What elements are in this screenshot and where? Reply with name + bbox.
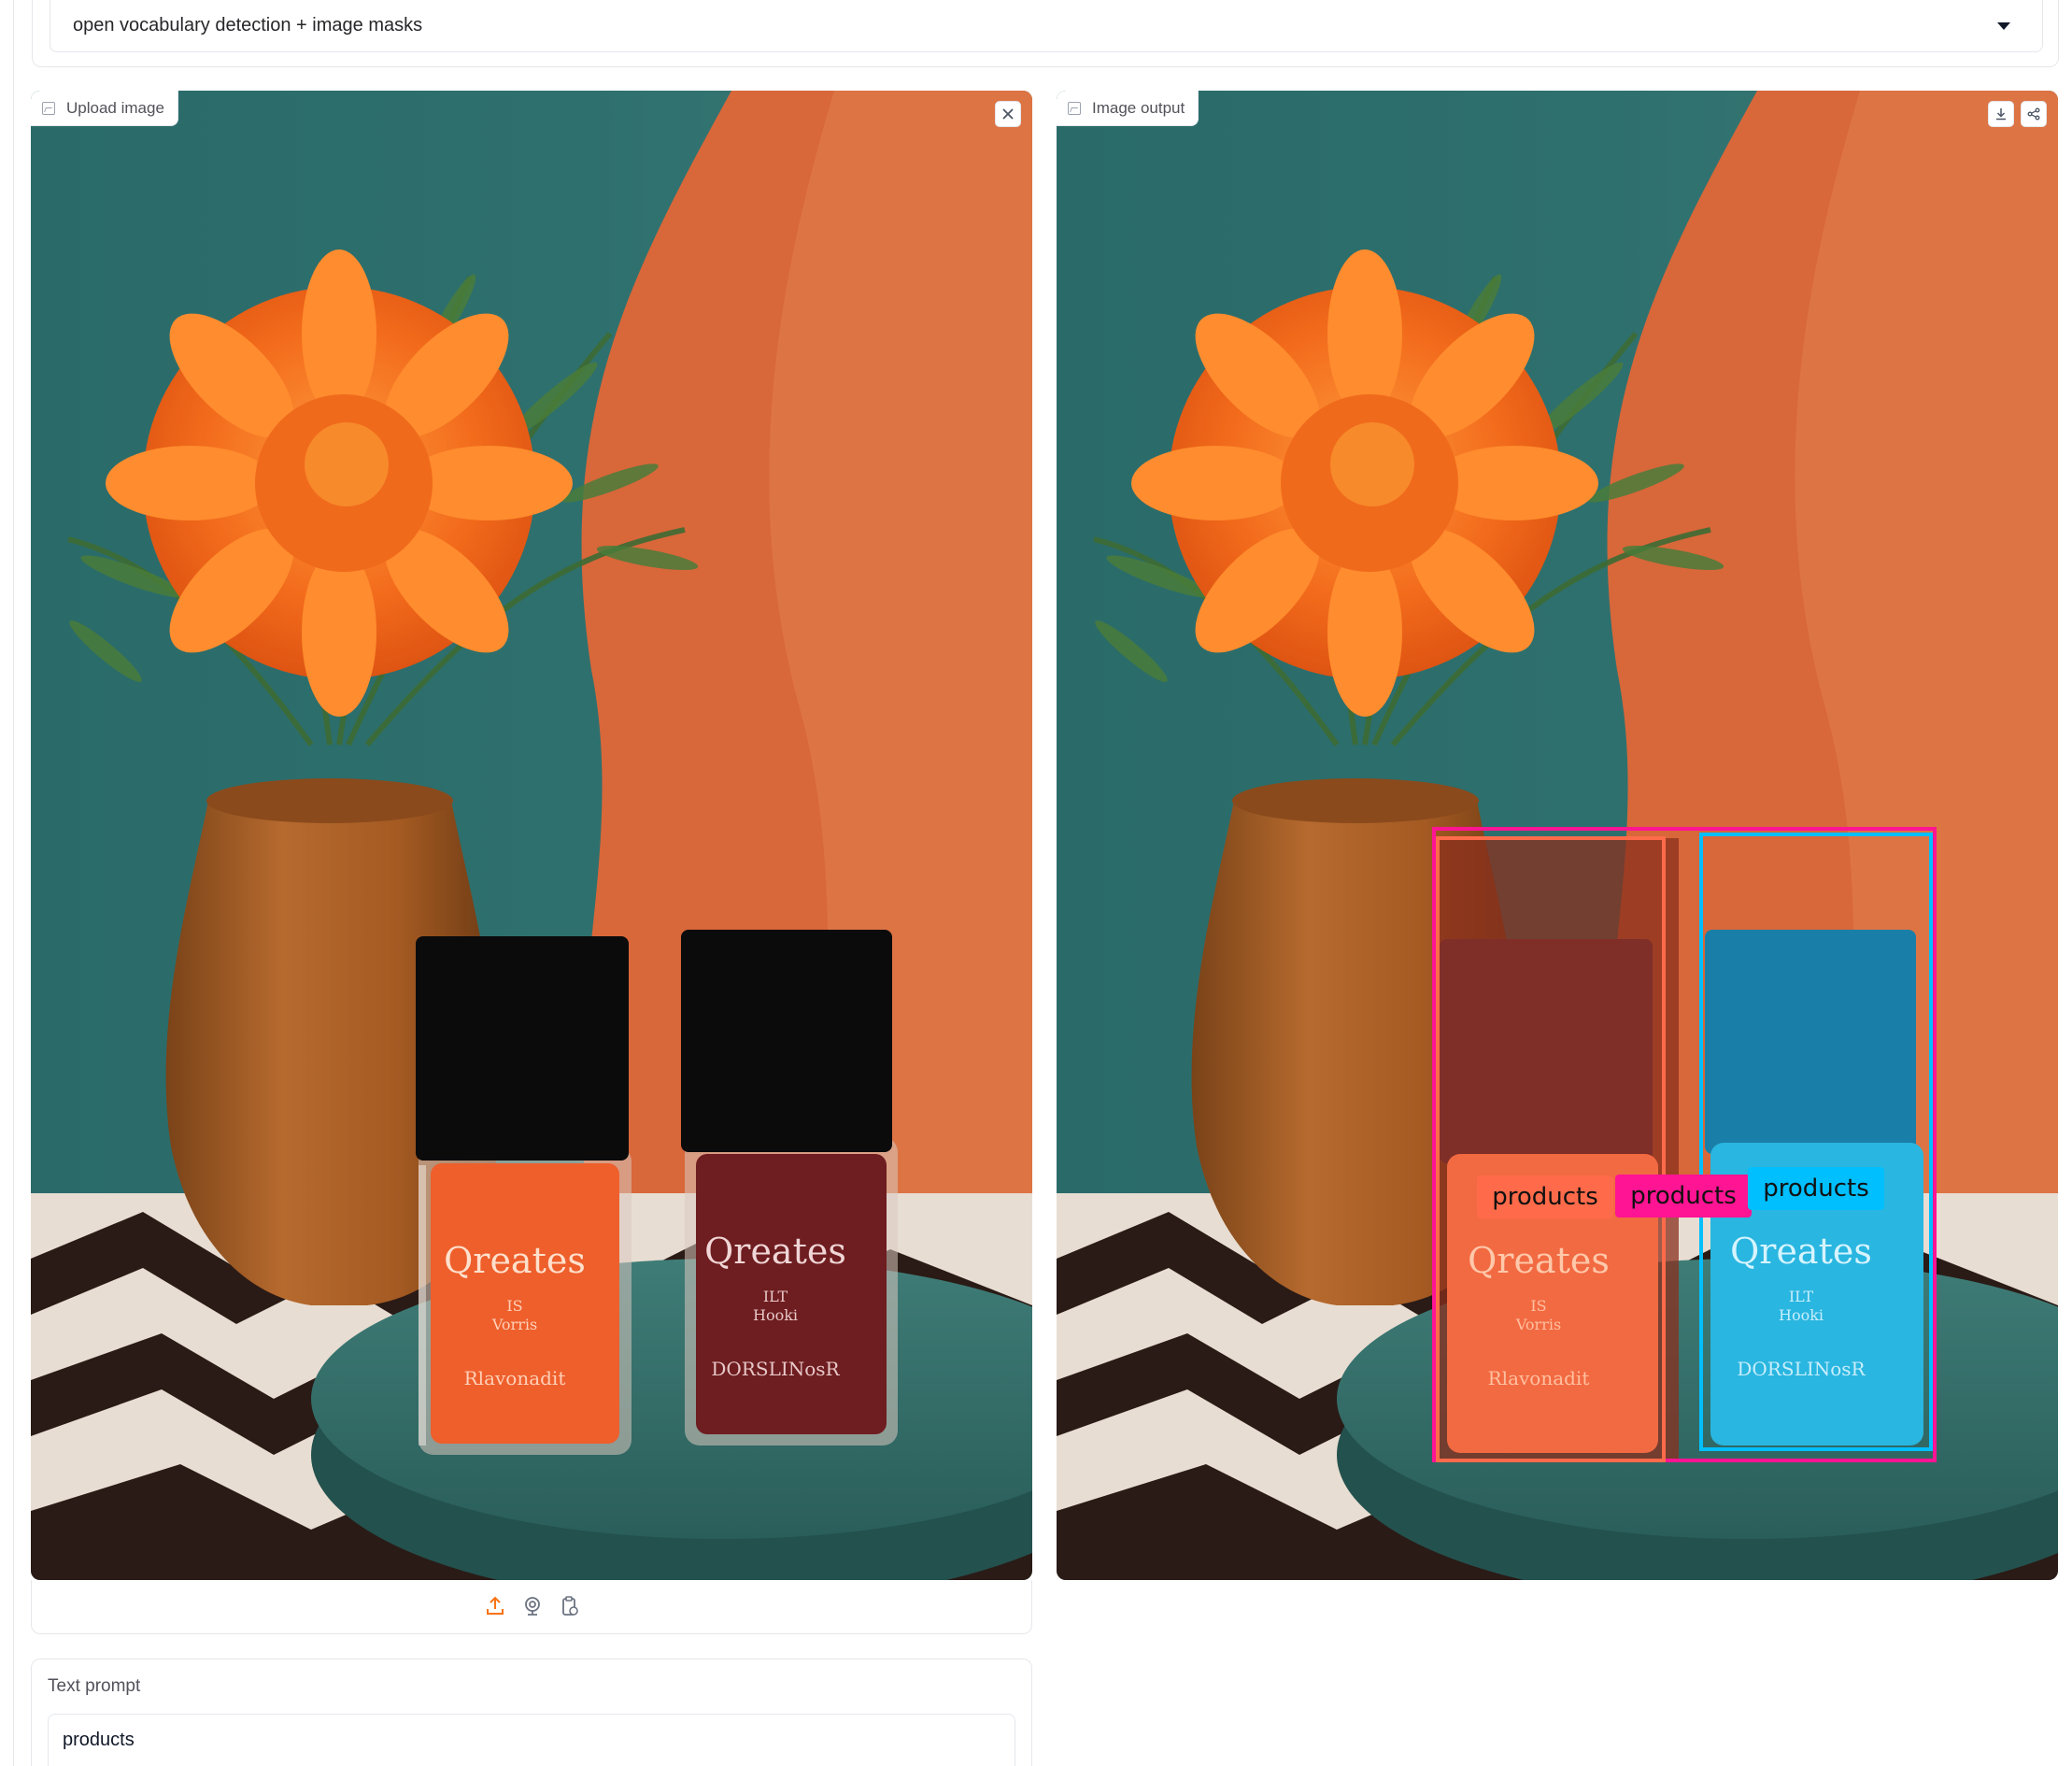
share-icon bbox=[2027, 107, 2040, 121]
clear-image-button[interactable] bbox=[995, 101, 1021, 127]
bottle-subtext: IS bbox=[506, 1297, 522, 1315]
bottle-subtext: Hooki bbox=[1779, 1306, 1824, 1324]
bottle-footer: Rlavonadit bbox=[464, 1367, 566, 1389]
image-icon bbox=[1068, 101, 1081, 115]
bottle-footer: Rlavonadit bbox=[1488, 1367, 1590, 1389]
column-border bbox=[13, 0, 14, 1766]
bottle-subtext: ILT bbox=[763, 1288, 788, 1305]
mode-dropdown-container: open vocabulary detection + image masks bbox=[32, 0, 2059, 67]
webcam-button[interactable] bbox=[521, 1595, 544, 1617]
text-prompt-input[interactable]: products bbox=[48, 1714, 1015, 1766]
output-photo: Qreates IS Vorris Rlavonadit Qreates ILT… bbox=[1057, 91, 2058, 1580]
bottle-subtext: Vorris bbox=[1515, 1316, 1561, 1333]
download-button[interactable] bbox=[1988, 101, 2014, 127]
mode-dropdown-value: open vocabulary detection + image masks bbox=[73, 15, 423, 36]
upload-source-toolbar bbox=[31, 1580, 1032, 1634]
bottle-footer: DORSLINosR bbox=[1737, 1358, 1866, 1380]
clipboard-icon bbox=[562, 1596, 578, 1616]
bottle-subtext: Hooki bbox=[753, 1306, 798, 1324]
upload-image-panel[interactable]: Upload image Qreates IS Vorris Rlavonadi… bbox=[31, 91, 1032, 1580]
upload-image-label: Upload image bbox=[31, 91, 178, 126]
bottle-text: Qreates bbox=[1730, 1231, 1872, 1272]
webcam-icon bbox=[525, 1597, 540, 1616]
chevron-down-icon[interactable] bbox=[1997, 22, 2010, 30]
bottle-subtext: IS bbox=[1530, 1297, 1546, 1315]
upload-icon bbox=[487, 1596, 504, 1615]
detection-label: products bbox=[1615, 1175, 1752, 1218]
bottle-text: Qreates bbox=[704, 1231, 846, 1272]
text-prompt-block: Text prompt products bbox=[31, 1659, 1032, 1766]
uploaded-photo: Qreates IS Vorris Rlavonadit Qreates ILT… bbox=[31, 91, 1032, 1580]
detection-label: products bbox=[1477, 1175, 1613, 1218]
bottle-text: Qreates bbox=[444, 1240, 586, 1281]
bottle-footer: DORSLINosR bbox=[711, 1358, 840, 1380]
image-output-label: Image output bbox=[1057, 91, 1199, 126]
close-icon bbox=[1002, 108, 1014, 120]
share-button[interactable] bbox=[2021, 101, 2047, 127]
bottle-subtext: ILT bbox=[1789, 1288, 1814, 1305]
text-prompt-label: Text prompt bbox=[48, 1676, 141, 1696]
mode-dropdown[interactable]: open vocabulary detection + image masks bbox=[50, 0, 2043, 52]
app-root: open vocabulary detection + image masks … bbox=[0, 0, 2072, 1766]
clipboard-button[interactable] bbox=[559, 1595, 581, 1617]
image-output-panel: Image output Qreates IS Vorris Rlavonadi… bbox=[1057, 91, 2058, 1580]
image-icon bbox=[42, 101, 55, 115]
bottle-text: Qreates bbox=[1468, 1240, 1610, 1281]
download-icon bbox=[1996, 108, 2006, 121]
bottle-subtext: Vorris bbox=[491, 1316, 537, 1333]
detection-label: products bbox=[1748, 1167, 1884, 1210]
upload-button[interactable] bbox=[484, 1595, 506, 1617]
